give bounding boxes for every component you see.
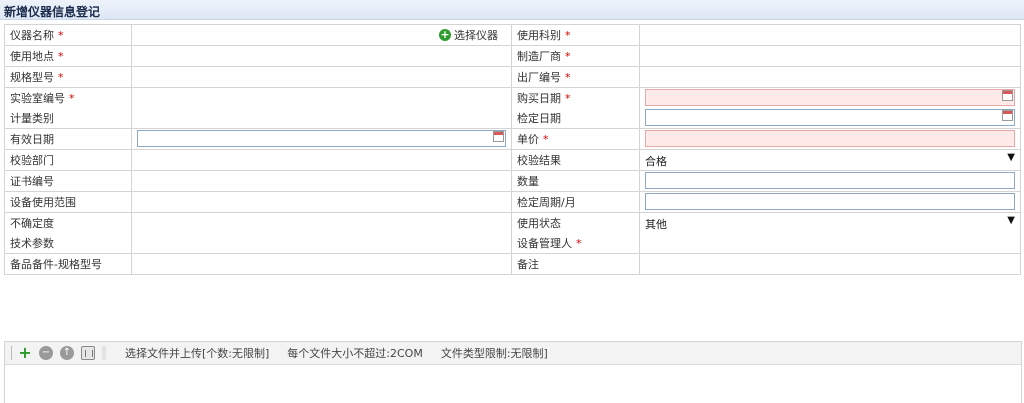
expiry-date-cell (131, 128, 512, 150)
form-area: 仪器名称 * + 选择仪器 使用科别 * 使用地点 * 制造厂商 * 规格型号 * 出厂编号… (0, 20, 1024, 340)
quantity-input[interactable] (645, 172, 1015, 189)
spare-parts-field[interactable] (131, 253, 512, 275)
calendar-icon[interactable] (1002, 110, 1013, 121)
department-field[interactable] (639, 24, 1021, 46)
measurement-type-label: 计量类别 (4, 108, 132, 129)
purchase-date-cell (639, 87, 1021, 108)
registration-form: 仪器名称 * + 选择仪器 使用科别 * 使用地点 * 制造厂商 * 规格型号 * 出厂编号… (4, 24, 1021, 275)
instrument-name-field[interactable]: + 选择仪器 (131, 24, 512, 46)
upload-type-limit: 文件类型限制:无限制] (440, 347, 548, 360)
remarks-label: 备注 (511, 253, 640, 275)
disabled-separator-icon (102, 346, 106, 360)
form-row-4: 实验室编号 * 购买日期 * (4, 87, 1021, 108)
form-row-2: 使用地点 * 制造厂商 * (4, 45, 1021, 67)
equipment-manager-field[interactable] (639, 233, 1021, 254)
unit-price-cell (639, 128, 1021, 150)
file-upload-panel: + − ↑ 选择文件并上传[个数:无限制] 每个文件大小不超过:2COM 文件类… (4, 341, 1022, 403)
serial-number-label: 出厂编号 * (511, 66, 640, 88)
plus-icon[interactable]: + (18, 345, 32, 361)
usage-scope-field[interactable] (131, 191, 512, 213)
instrument-name-label: 仪器名称 * (4, 24, 132, 46)
spare-parts-label: 备品备件-规格型号 (4, 253, 132, 275)
calibration-result-value: 合格 (645, 155, 667, 168)
verification-date-input[interactable] (645, 109, 1015, 126)
uncertainty-label: 不确定度 (4, 212, 132, 233)
upload-hint: 选择文件并上传[个数:无限制] (125, 347, 270, 360)
department-label: 使用科别 * (511, 24, 640, 46)
calibration-dept-field[interactable] (131, 149, 512, 171)
usage-status-label: 使用状态 (511, 212, 640, 233)
manufacturer-field[interactable] (639, 45, 1021, 67)
location-label: 使用地点 * (4, 45, 132, 67)
verification-date-label: 检定日期 (511, 108, 640, 129)
usage-status-select[interactable]: 其他 ▼ (639, 212, 1021, 233)
page-header: 新增仪器信息登记 (0, 0, 1024, 20)
verification-cycle-cell (639, 191, 1021, 213)
select-instrument-button[interactable]: + 选择仪器 (439, 27, 498, 43)
triangle-down-icon: ▼ (1007, 152, 1015, 163)
purchase-date-label: 购买日期 * (511, 87, 640, 108)
model-field[interactable] (131, 66, 512, 88)
upload-toolbar: + − ↑ 选择文件并上传[个数:无限制] 每个文件大小不超过:2COM 文件类… (5, 342, 1021, 365)
usage-scope-label: 设备使用范围 (4, 191, 132, 213)
certificate-number-field[interactable] (131, 170, 512, 192)
calibration-result-label: 校验结果 (511, 149, 640, 171)
measurement-type-field[interactable] (131, 108, 512, 129)
calendar-icon[interactable] (493, 131, 504, 142)
model-label: 规格型号 * (4, 66, 132, 88)
unit-price-label: 单价 * (511, 128, 640, 150)
form-row-11: 技术参数 设备管理人 * (4, 233, 1021, 254)
form-row-10: 不确定度 使用状态 其他 ▼ (4, 212, 1021, 233)
expiry-date-label: 有效日期 (4, 128, 132, 150)
form-row-7: 校验部门 校验结果 合格 ▼ (4, 149, 1021, 171)
form-row-9: 设备使用范围 检定周期/月 (4, 191, 1021, 213)
form-row-5: 计量类别 检定日期 (4, 108, 1021, 129)
minus-circle-icon[interactable]: − (39, 346, 53, 360)
tech-params-label: 技术参数 (4, 233, 132, 254)
upload-size-limit: 每个文件大小不超过:2COM (287, 347, 423, 360)
triangle-down-icon: ▼ (1007, 215, 1015, 226)
form-row-12: 备品备件-规格型号 备注 (4, 253, 1021, 275)
toolbar-separator (11, 346, 12, 360)
equipment-manager-label: 设备管理人 * (511, 233, 640, 254)
verification-date-cell (639, 108, 1021, 129)
location-field[interactable] (131, 45, 512, 67)
form-row-6: 有效日期 单价 * (4, 128, 1021, 150)
uncertainty-field[interactable] (131, 212, 512, 233)
trash-icon[interactable] (81, 346, 95, 360)
form-row-1: 仪器名称 * + 选择仪器 使用科别 * (4, 24, 1021, 46)
page-title: 新增仪器信息登记 (4, 5, 101, 19)
expiry-date-input[interactable] (137, 130, 506, 147)
tech-params-field[interactable] (131, 233, 512, 254)
verification-cycle-label: 检定周期/月 (511, 191, 640, 213)
quantity-label: 数量 (511, 170, 640, 192)
lab-number-field[interactable] (131, 87, 512, 108)
form-row-3: 规格型号 * 出厂编号 * (4, 66, 1021, 88)
remarks-field[interactable] (639, 253, 1021, 275)
certificate-number-label: 证书编号 (4, 170, 132, 192)
serial-number-field[interactable] (639, 66, 1021, 88)
quantity-cell (639, 170, 1021, 192)
calendar-icon[interactable] (1002, 90, 1013, 101)
form-row-8: 证书编号 数量 (4, 170, 1021, 192)
calibration-dept-label: 校验部门 (4, 149, 132, 171)
unit-price-input[interactable] (645, 130, 1015, 147)
verification-cycle-input[interactable] (645, 193, 1015, 210)
purchase-date-input[interactable] (645, 89, 1015, 106)
plus-circle-icon: + (439, 28, 451, 41)
manufacturer-label: 制造厂商 * (511, 45, 640, 67)
lab-number-label: 实验室编号 * (4, 87, 132, 108)
calibration-result-select[interactable]: 合格 ▼ (639, 149, 1021, 171)
arrow-up-circle-icon[interactable]: ↑ (60, 346, 74, 360)
usage-status-value: 其他 (645, 218, 667, 231)
